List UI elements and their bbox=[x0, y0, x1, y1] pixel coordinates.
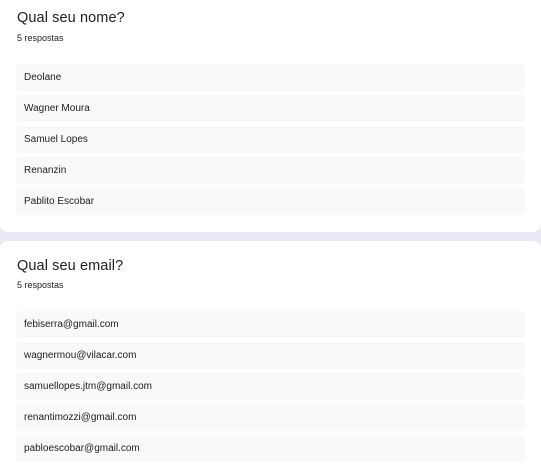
answer-list: febiserra@gmail.com wagnermou@vilacar.co… bbox=[16, 311, 525, 466]
response-count: 5 respostas bbox=[17, 33, 64, 43]
answer-item: pabloescobar@gmail.com bbox=[16, 435, 525, 462]
answer-item: Pablito Escobar bbox=[16, 188, 525, 215]
question-card-email: Qual seu email? 5 respostas febiserra@gm… bbox=[0, 241, 541, 471]
answer-item: wagnermou@vilacar.com bbox=[16, 342, 525, 369]
question-card-name: Qual seu nome? 5 respostas Deolane Wagne… bbox=[0, 0, 541, 232]
response-count: 5 respostas bbox=[17, 280, 64, 290]
question-title: Qual seu nome? bbox=[17, 10, 125, 26]
answer-item: Wagner Moura bbox=[16, 95, 525, 122]
answer-item: Samuel Lopes bbox=[16, 126, 525, 153]
answer-item: samuellopes.jtm@gmail.com bbox=[16, 373, 525, 400]
answer-item: febiserra@gmail.com bbox=[16, 311, 525, 338]
answer-list: Deolane Wagner Moura Samuel Lopes Renanz… bbox=[16, 64, 525, 219]
answer-item: renantimozzi@gmail.com bbox=[16, 404, 525, 431]
question-title: Qual seu email? bbox=[17, 258, 124, 274]
answer-item: Deolane bbox=[16, 64, 525, 91]
answer-item: Renanzin bbox=[16, 157, 525, 184]
